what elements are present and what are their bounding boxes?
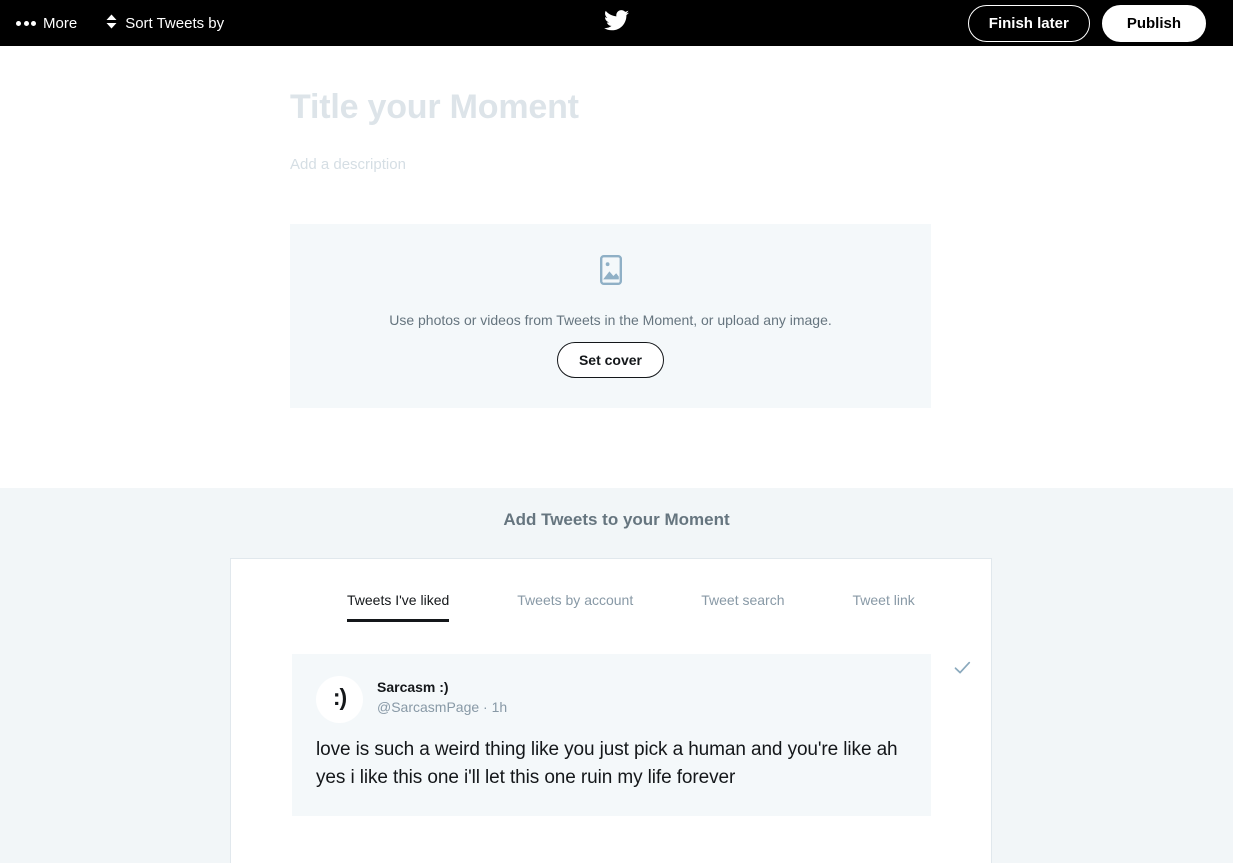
moment-description-input[interactable]: Add a description	[290, 156, 406, 173]
tweet-display-name: Sarcasm :)	[377, 679, 449, 695]
topbar-right-actions: Finish later Publish	[967, 0, 1206, 46]
more-menu-label: More	[43, 14, 78, 32]
tweet-source-tabs: Tweets I've liked Tweets by account Twee…	[231, 559, 991, 622]
tab-tweets-by-account[interactable]: Tweets by account	[517, 592, 633, 622]
sort-tweets-button[interactable]: Sort Tweets by	[105, 14, 224, 32]
publish-button[interactable]: Publish	[1101, 4, 1206, 42]
tweet-handle-and-time: @SarcasmPage · 1h	[377, 698, 508, 715]
checkmark-icon	[954, 661, 971, 680]
more-menu-button[interactable]: More	[16, 16, 77, 31]
sort-tweets-label: Sort Tweets by	[125, 14, 225, 32]
top-navigation-bar: More Sort Tweets by Finish later Publish	[0, 0, 1233, 46]
moment-title-input[interactable]: Title your Moment	[290, 88, 579, 127]
avatar-glyph: :)	[332, 684, 347, 710]
twitter-bird-icon	[604, 10, 629, 36]
sort-updown-icon	[105, 14, 118, 32]
cover-hint-text: Use photos or videos from Tweets in the …	[389, 311, 832, 328]
moment-composer: Title your Moment Add a description Use …	[0, 46, 1233, 488]
tweet-card[interactable]: :) Sarcasm :) @SarcasmPage · 1h love is …	[292, 654, 931, 816]
list-item: :) Sarcasm :) @SarcasmPage · 1h love is …	[292, 654, 993, 816]
avatar: :)	[316, 676, 363, 723]
finish-later-button[interactable]: Finish later	[967, 4, 1090, 42]
add-tweets-section: Add Tweets to your Moment Tweets I've li…	[0, 488, 1233, 863]
tab-tweet-link[interactable]: Tweet link	[853, 592, 915, 622]
add-tweets-panel: Tweets I've liked Tweets by account Twee…	[230, 558, 992, 863]
photo-placeholder-icon	[599, 254, 622, 290]
tab-tweet-search[interactable]: Tweet search	[701, 592, 784, 622]
tweet-body-text: love is such a weird thing like you just…	[316, 739, 898, 788]
ellipsis-icon	[16, 20, 36, 26]
topbar-left-actions: More Sort Tweets by	[16, 14, 224, 32]
cover-upload-panel[interactable]: Use photos or videos from Tweets in the …	[290, 224, 931, 408]
tweet-header: :) Sarcasm :) @SarcasmPage · 1h	[316, 676, 907, 723]
tweet-select-button[interactable]	[931, 654, 993, 680]
tweet-author-block: Sarcasm :) @SarcasmPage · 1h	[377, 676, 507, 717]
add-tweets-heading: Add Tweets to your Moment	[503, 510, 730, 529]
tab-tweets-ive-liked[interactable]: Tweets I've liked	[347, 592, 450, 622]
set-cover-button[interactable]: Set cover	[556, 341, 665, 378]
